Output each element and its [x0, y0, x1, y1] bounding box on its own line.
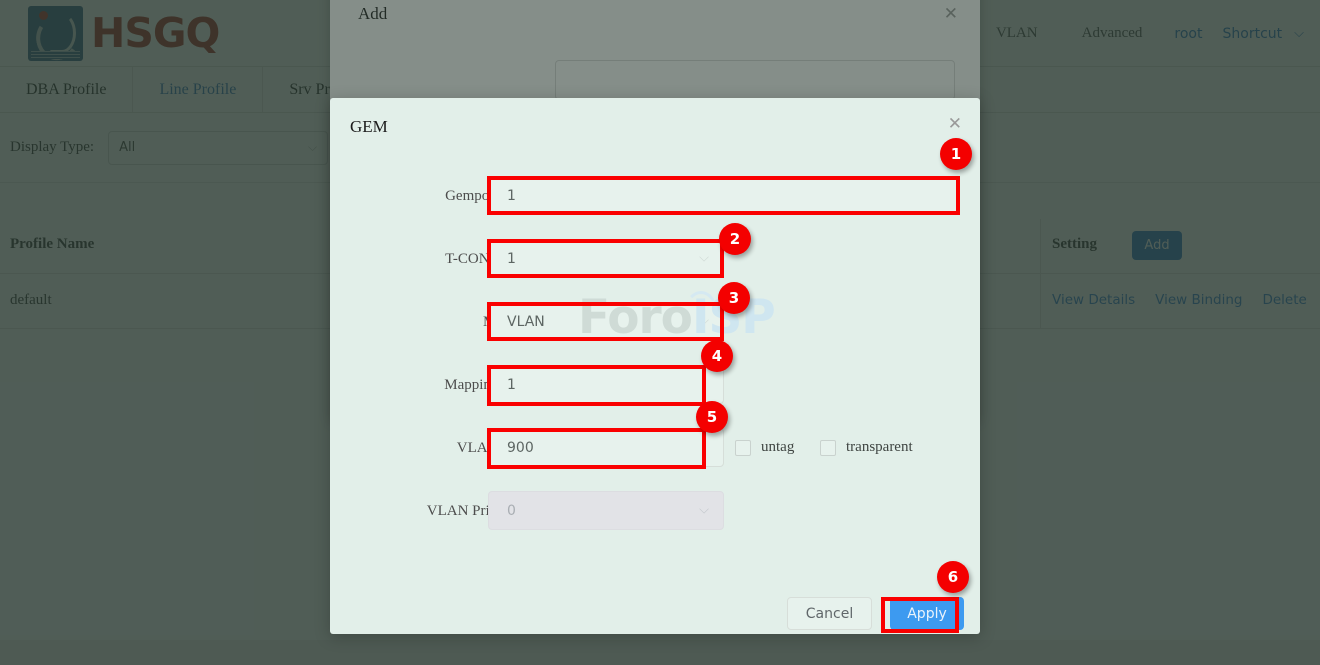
vlan-id-input[interactable]: 900 — [488, 428, 724, 467]
watermark-part1: Foro — [578, 290, 692, 345]
vlan-priority-select: 0 ⌵ — [488, 491, 724, 530]
tcont-id-select[interactable]: 1 ⌵ — [488, 239, 724, 278]
tcont-id-value: 1 — [507, 251, 516, 267]
vlan-id-value: 900 — [507, 440, 534, 456]
untag-checkbox[interactable] — [735, 440, 751, 456]
mode-value: VLAN — [507, 314, 545, 330]
gemport-id-value: 1 — [507, 188, 516, 204]
annotation-badge-1: 1 — [940, 138, 972, 170]
transparent-label: transparent — [846, 439, 913, 456]
apply-button[interactable]: Apply — [890, 597, 964, 630]
annotation-badge-4: 4 — [701, 340, 733, 372]
annotation-badge-6: 6 — [937, 561, 969, 593]
gem-dialog: GEM ✕ ForoISP Gemport ID 1 T-CONT ID 1 ⌵… — [330, 98, 980, 634]
transparent-checkbox-group[interactable]: transparent — [820, 439, 913, 456]
annotation-badge-2: 2 — [719, 223, 751, 255]
untag-checkbox-group[interactable]: untag — [735, 439, 794, 456]
close-icon[interactable]: ✕ — [948, 116, 962, 133]
cancel-button[interactable]: Cancel — [787, 597, 872, 630]
mapping-id-value: 1 — [507, 377, 516, 393]
transparent-checkbox[interactable] — [820, 440, 836, 456]
mapping-id-input[interactable]: 1 — [488, 365, 724, 404]
gemport-id-input[interactable]: 1 — [488, 176, 960, 215]
untag-label: untag — [761, 439, 794, 456]
chevron-down-icon: ⌵ — [699, 502, 709, 517]
annotation-badge-5: 5 — [696, 401, 728, 433]
gem-dialog-title: GEM — [350, 117, 388, 137]
vlan-priority-value: 0 — [507, 503, 516, 519]
annotation-badge-3: 3 — [718, 282, 750, 314]
chevron-down-icon: ⌵ — [699, 250, 709, 265]
